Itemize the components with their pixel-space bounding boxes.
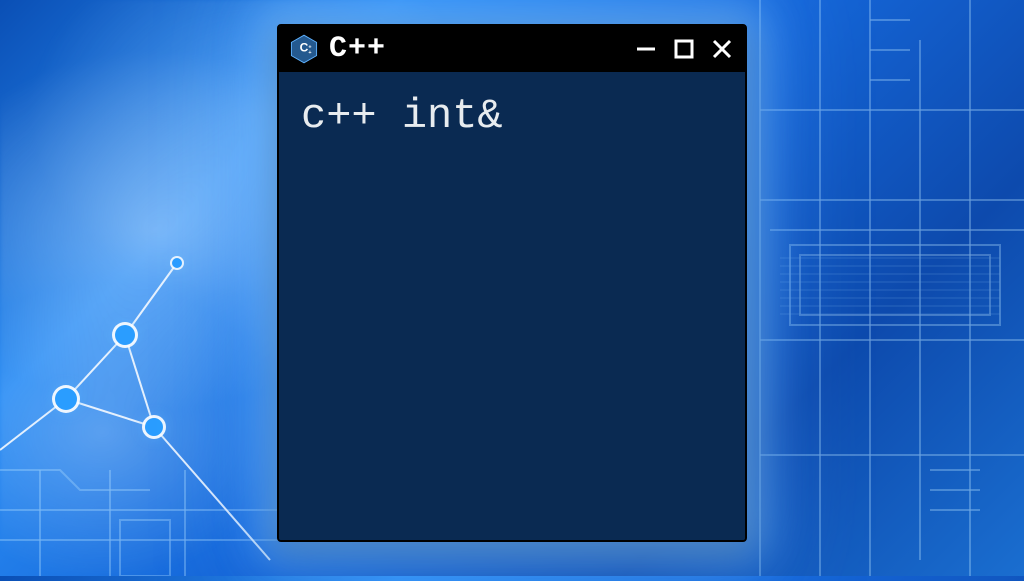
svg-text:+: + xyxy=(308,44,311,50)
maximize-button[interactable] xyxy=(671,36,697,62)
terminal-line: c++ int& xyxy=(301,92,723,140)
terminal-window: C + + C++ c++ int& xyxy=(277,24,747,542)
minimize-button[interactable] xyxy=(633,36,659,62)
terminal-body[interactable]: c++ int& xyxy=(279,72,745,540)
svg-text:+: + xyxy=(308,50,311,56)
close-button[interactable] xyxy=(709,36,735,62)
cpp-hex-icon: C + + xyxy=(289,34,319,64)
svg-text:C: C xyxy=(300,40,309,54)
titlebar[interactable]: C + + C++ xyxy=(279,26,745,72)
window-title: C++ xyxy=(329,32,386,66)
window-controls xyxy=(633,36,735,62)
